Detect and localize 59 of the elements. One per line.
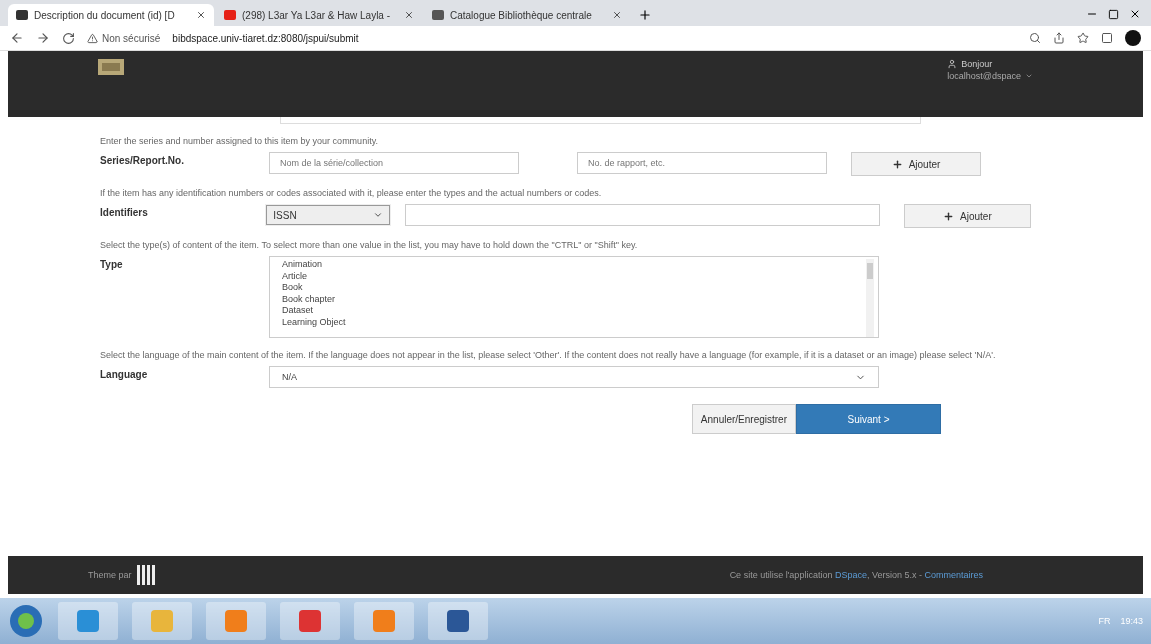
- field-label: Identifiers: [100, 206, 149, 218]
- close-icon[interactable]: [1129, 8, 1141, 20]
- browser-tab[interactable]: (298) L3ar Ya L3ar & Haw Layla -: [216, 4, 422, 26]
- type-select[interactable]: ISSN: [266, 205, 391, 225]
- user-icon: [947, 59, 958, 69]
- tab-icon: [224, 10, 236, 20]
- language-select[interactable]: N/A: [269, 366, 879, 388]
- next-button[interactable]: Suivant >: [796, 404, 941, 434]
- hint-text: Select the type(s) of content of the item. To select more than one value in the list, you may have to hold down the "CTRL" or "Shift" key.: [100, 240, 639, 250]
- close-icon[interactable]: [196, 10, 206, 20]
- start-button[interactable]: [8, 603, 44, 639]
- list-option[interactable]: Animation: [282, 259, 866, 271]
- list-option[interactable]: Book chapter: [282, 293, 866, 305]
- cancel-button[interactable]: Annuler/Enregistrer: [691, 404, 796, 434]
- forward-icon[interactable]: [36, 31, 50, 45]
- greeting-text: Bonjour: [961, 59, 993, 69]
- field-label: Type: [100, 258, 124, 270]
- tab-icon: [16, 10, 28, 20]
- feedback-link[interactable]: Commentaires: [924, 570, 983, 580]
- caret-icon: [1025, 72, 1033, 80]
- list-option[interactable]: Learning Object: [282, 316, 866, 328]
- input-field[interactable]: Nom de la série/collection: [269, 152, 519, 174]
- close-icon[interactable]: [404, 10, 414, 20]
- reload-icon[interactable]: [62, 31, 75, 45]
- security-label: Non sécurisé: [102, 32, 161, 44]
- warning-icon: [87, 32, 98, 44]
- user-menu[interactable]: localhost@dspace: [947, 71, 1033, 81]
- browser-tab[interactable]: Description du document (id) [D: [8, 4, 214, 26]
- share-icon[interactable]: [1053, 32, 1065, 44]
- field-label: Series/Report.No.: [100, 154, 185, 166]
- plus-icon: [943, 210, 955, 222]
- hint-text: Enter the series and number assigned to this item by your community.: [100, 136, 379, 146]
- close-icon[interactable]: [612, 10, 622, 20]
- browser-tab[interactable]: Catalogue Bibliothèque centrale: [424, 4, 630, 26]
- list-option[interactable]: Article: [282, 270, 866, 282]
- list-option[interactable]: Book: [282, 282, 866, 294]
- input-field[interactable]: No. de rapport, etc.: [577, 152, 827, 174]
- back-icon[interactable]: [10, 31, 24, 45]
- add-button[interactable]: Ajouter: [851, 152, 981, 176]
- maximize-icon[interactable]: [1108, 8, 1119, 20]
- profile-avatar[interactable]: [1125, 30, 1141, 46]
- chevron-down-icon: [373, 210, 384, 220]
- url-text[interactable]: bibdspace.univ-tiaret.dz:8080/jspui/submit: [172, 32, 359, 44]
- plus-icon: [891, 158, 903, 170]
- star-icon[interactable]: [1077, 32, 1089, 44]
- input-field[interactable]: [405, 204, 880, 226]
- sidebar-icon[interactable]: [1101, 32, 1113, 44]
- list-option[interactable]: Dataset: [282, 305, 866, 317]
- hint-text: Select the language of the main content of the item. If the language does not appear in the list, please select 'Other'. If the content does not really have a language (for example, if it is a dataset or an image) please select 'N/A'.: [100, 350, 997, 360]
- dspace-link[interactable]: DSpace: [834, 570, 867, 580]
- search-icon[interactable]: [1029, 32, 1041, 44]
- footer-text: Ce site utilise l'application DSpace, Version 5.x - Commentaires: [729, 570, 983, 580]
- new-tab-icon[interactable]: [638, 8, 652, 22]
- field-label: Language: [100, 368, 149, 380]
- hint-text: If the item has any identification numbers or codes associated with it, please enter the types and the actual numbers or codes.: [100, 188, 603, 198]
- tab-icon: [432, 10, 444, 20]
- theme-text: Theme par: [88, 570, 132, 580]
- add-button[interactable]: Ajouter: [903, 204, 1031, 228]
- type-list[interactable]: Animation Article Book Book chapter Dataset Learning Object: [269, 256, 879, 338]
